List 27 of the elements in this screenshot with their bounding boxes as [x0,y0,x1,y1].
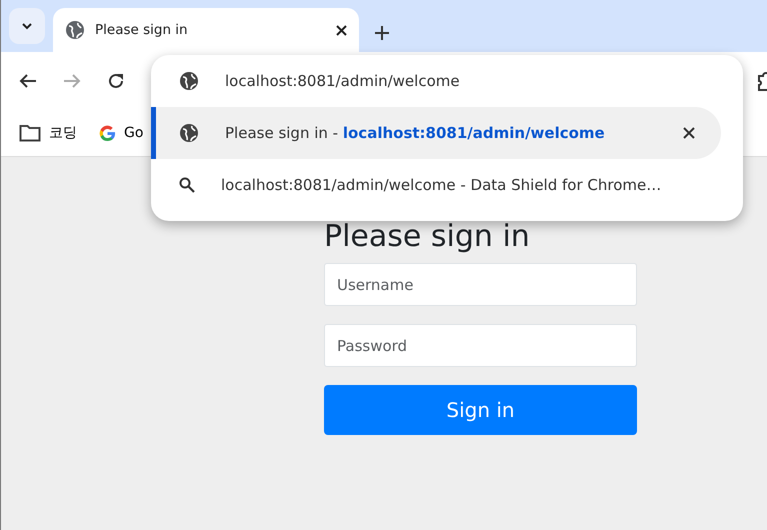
back-icon[interactable] [19,73,37,89]
bookmark[interactable]: 코딩 [19,122,77,144]
globe-icon [179,71,199,91]
suggestion-row[interactable]: localhost:8081/admin/welcome - Data Shield for Chrome… [151,159,721,211]
plus-icon [375,26,389,40]
page-heading: Please sign in [324,219,531,255]
remove-suggestion-button[interactable] [683,127,695,139]
chevron-down-icon [21,22,33,30]
username-field[interactable]: Username [324,263,637,306]
tab-title: Please sign in [95,20,189,40]
suggestion-row[interactable]: Please sign in - localhost:8081/admin/welcome [151,107,721,159]
reload-icon[interactable] [107,72,125,90]
suggestion-text: localhost:8081/admin/welcome - Data Shield for Chrome… [221,174,662,196]
sign-in-button[interactable]: Sign in [324,385,637,435]
search-icon [179,177,195,193]
close-icon [336,24,347,36]
password-field[interactable]: Password [324,324,637,367]
bookmark[interactable]: Go [99,122,144,144]
close-tab-button[interactable] [336,24,347,36]
browser-tab[interactable]: Please sign in [53,8,359,52]
suggestion-text: Please sign in - localhost:8081/admin/welcome [225,122,605,144]
suggestion-row[interactable]: localhost:8081/admin/welcome [151,55,721,107]
folder-icon [19,124,41,142]
suggestion-text: localhost:8081/admin/welcome [225,70,460,92]
globe-icon [65,20,85,40]
google-icon [99,124,116,142]
globe-icon [179,123,199,143]
